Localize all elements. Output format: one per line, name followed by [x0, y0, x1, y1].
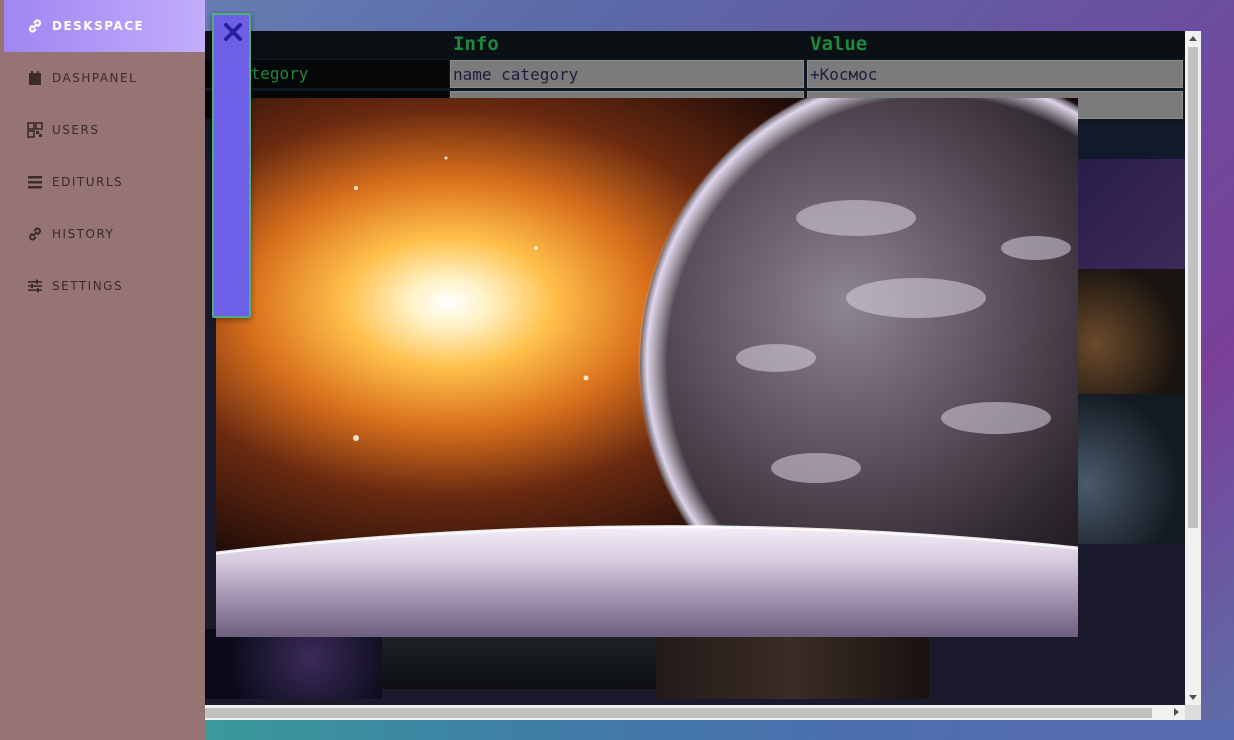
close-icon — [224, 23, 242, 41]
sidebar-item-users[interactable]: USERS — [0, 104, 205, 156]
lightbox-image — [216, 98, 1078, 637]
gallery-tile[interactable] — [382, 629, 656, 689]
vertical-scroll-thumb[interactable] — [1188, 47, 1198, 528]
scroll-right-arrow-icon[interactable] — [1174, 708, 1179, 716]
sidebar-item-deskspace[interactable]: DESKSPACE — [4, 0, 205, 52]
scroll-up-arrow-icon[interactable] — [1189, 36, 1197, 41]
sidebar-item-label: DESKSPACE — [52, 19, 145, 33]
vertical-scrollbar[interactable] — [1185, 31, 1201, 705]
sidebar-item-label: DASHPANEL — [52, 71, 138, 85]
list-icon — [26, 173, 44, 191]
gallery-tile[interactable] — [1075, 394, 1185, 544]
qr-grid-icon — [26, 121, 44, 139]
link-icon — [26, 225, 44, 243]
sidebar-item-label: USERS — [52, 123, 100, 137]
sidebar-item-settings[interactable]: SETTINGS — [0, 260, 205, 312]
sidebar-item-label: EDITURLS — [52, 175, 124, 189]
sidebar-item-history[interactable]: HISTORY — [0, 208, 205, 260]
close-button[interactable] — [221, 20, 245, 44]
scrollbar-corner — [1185, 705, 1201, 720]
horizontal-scrollbar[interactable] — [205, 705, 1185, 720]
gallery-tile[interactable] — [656, 629, 929, 699]
column-header-value: Value — [810, 33, 868, 55]
scroll-down-arrow-icon[interactable] — [1189, 695, 1197, 700]
sidebar-item-label: HISTORY — [52, 227, 115, 241]
sidebar-item-editurls[interactable]: EDITURLS — [0, 156, 205, 208]
table-header: Info Value — [205, 31, 1185, 59]
sidebar-item-dashpanel[interactable]: DASHPANEL — [0, 52, 205, 104]
horizontal-scroll-thumb[interactable] — [205, 708, 1152, 718]
column-header-info: Info — [453, 33, 499, 55]
gallery-tile[interactable] — [205, 629, 382, 699]
value-field[interactable]: +Космос — [807, 60, 1183, 88]
gallery-tile[interactable] — [1075, 159, 1185, 269]
sidebar-item-label: SETTINGS — [52, 279, 124, 293]
table-row: ategory name category +Космос — [205, 60, 1185, 90]
gallery-tile[interactable] — [1075, 269, 1185, 394]
desktop-background-strip — [205, 720, 1234, 740]
sidebar: DESKSPACE DASHPANEL USERS EDITURLS HISTO… — [0, 0, 205, 740]
link-icon — [26, 17, 44, 35]
info-field[interactable]: name category — [450, 60, 804, 88]
calendar-icon — [26, 69, 44, 87]
lightbox-close-panel — [212, 13, 251, 318]
sliders-icon — [26, 277, 44, 295]
